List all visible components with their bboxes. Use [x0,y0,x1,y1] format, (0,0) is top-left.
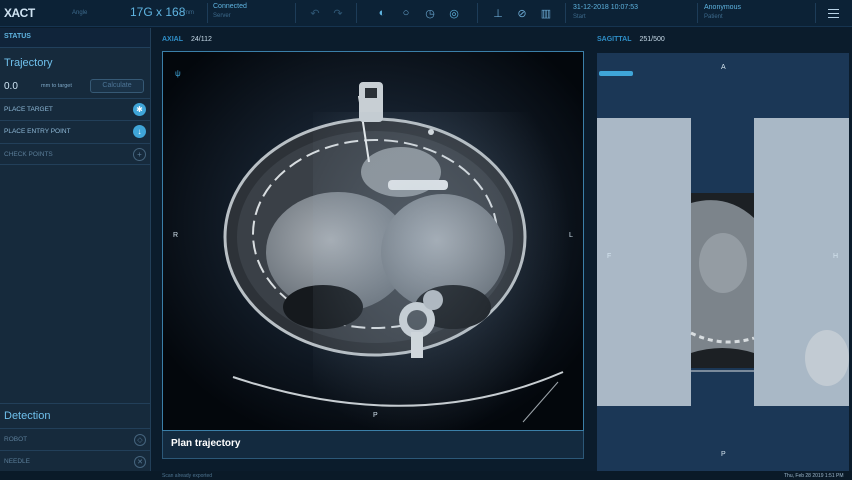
app-logo: XACT [4,6,35,20]
sagittal-ct-view[interactable]: A F H P [597,53,849,471]
layout-split-icon[interactable]: ▥ [539,6,553,20]
svg-text:ψ: ψ [175,69,181,78]
check-points-row[interactable]: CHECK POINTS + [0,143,150,165]
sagittal-slice-index: 251/500 [639,35,665,43]
redo-icon[interactable]: ↷ [331,6,345,20]
orientation-f: F [607,253,612,260]
contrast-icon[interactable]: ◐ [375,6,389,20]
place-target-row[interactable]: PLACE TARGET ✱ [0,98,150,120]
orientation-r: R [173,232,179,239]
robot-label: ROBOT [4,436,28,443]
close-icon[interactable]: ✕ [134,455,146,468]
plan-trajectory-label: Plan trajectory [162,431,584,459]
target-icon[interactable]: ✱ [133,103,146,116]
angle-label: Angle [72,10,88,16]
place-entry-point-row[interactable]: PLACE ENTRY POINT ↓ [0,120,150,142]
connection-status: Connected [213,3,247,10]
needle-row[interactable]: NEEDLE ✕ [0,450,150,472]
hamburger-menu-icon[interactable] [828,9,839,18]
place-entry-point-label: PLACE ENTRY POINT [4,128,71,135]
sagittal-view-name: SAGITTAL [597,35,632,43]
bottom-status-bar [0,471,852,480]
shield-icon[interactable]: ◇ [134,433,146,446]
circle-outline-icon[interactable]: ○ [399,6,413,20]
session-date: 31-12-2018 10:07:53 [573,4,638,11]
patient-name: Anonymous [704,4,741,11]
trajectory-title: Trajectory [4,57,53,69]
distance-value: 0.0 [4,81,18,92]
calculate-button[interactable]: Calculate [90,79,144,93]
orientation-h: H [833,253,839,260]
hide-icon[interactable]: ⊘ [515,6,529,20]
dimensions-value: 17G x 168 [130,5,186,19]
ruler-icon[interactable]: ⊥ [491,6,505,20]
footer-status-text: Scan already exported [162,473,213,479]
footer-datetime: Thu, Feb 28 2019 1:51 PM [784,473,844,479]
status-header: STATUS [0,28,150,48]
dimensions-unit: mm [184,10,194,16]
clock-icon[interactable]: ◷ [423,6,437,20]
orientation-p: P [373,412,378,419]
top-bar: XACT Angle 17G x 168 mm Connected Server… [0,0,852,27]
sagittal-header: SAGITTAL 251/500 [597,28,665,50]
check-points-label: CHECK POINTS [4,150,53,158]
left-panel: STATUS Trajectory 0.0 mm to target Calcu… [0,28,151,480]
axial-header: AXIAL 24/112 [162,28,212,50]
axial-ct-view[interactable]: ψ R L P [162,51,584,431]
needle-label: NEEDLE [4,458,31,465]
distance-label: mm to target [41,83,72,89]
undo-icon[interactable]: ↶ [308,6,322,20]
axial-view-name: AXIAL [162,35,183,43]
arrow-down-icon[interactable]: ↓ [133,125,146,138]
sagittal-ct-image [597,53,849,471]
axial-slice-index: 24/112 [191,35,212,43]
plus-icon[interactable]: + [133,147,146,161]
orientation-a: A [721,64,726,71]
place-target-label: PLACE TARGET [4,106,53,113]
axial-ct-image: ψ [163,52,583,430]
orientation-l: L [569,232,573,239]
settings-circle-icon[interactable]: ◎ [447,6,461,20]
robot-row[interactable]: ROBOT ◇ [0,428,150,450]
detection-title: Detection [4,410,51,422]
orientation-p-sagittal: P [721,451,726,458]
session-date-sub: Start [573,14,586,20]
patient-sub: Patient [704,14,723,20]
connection-sub: Server [213,13,231,19]
